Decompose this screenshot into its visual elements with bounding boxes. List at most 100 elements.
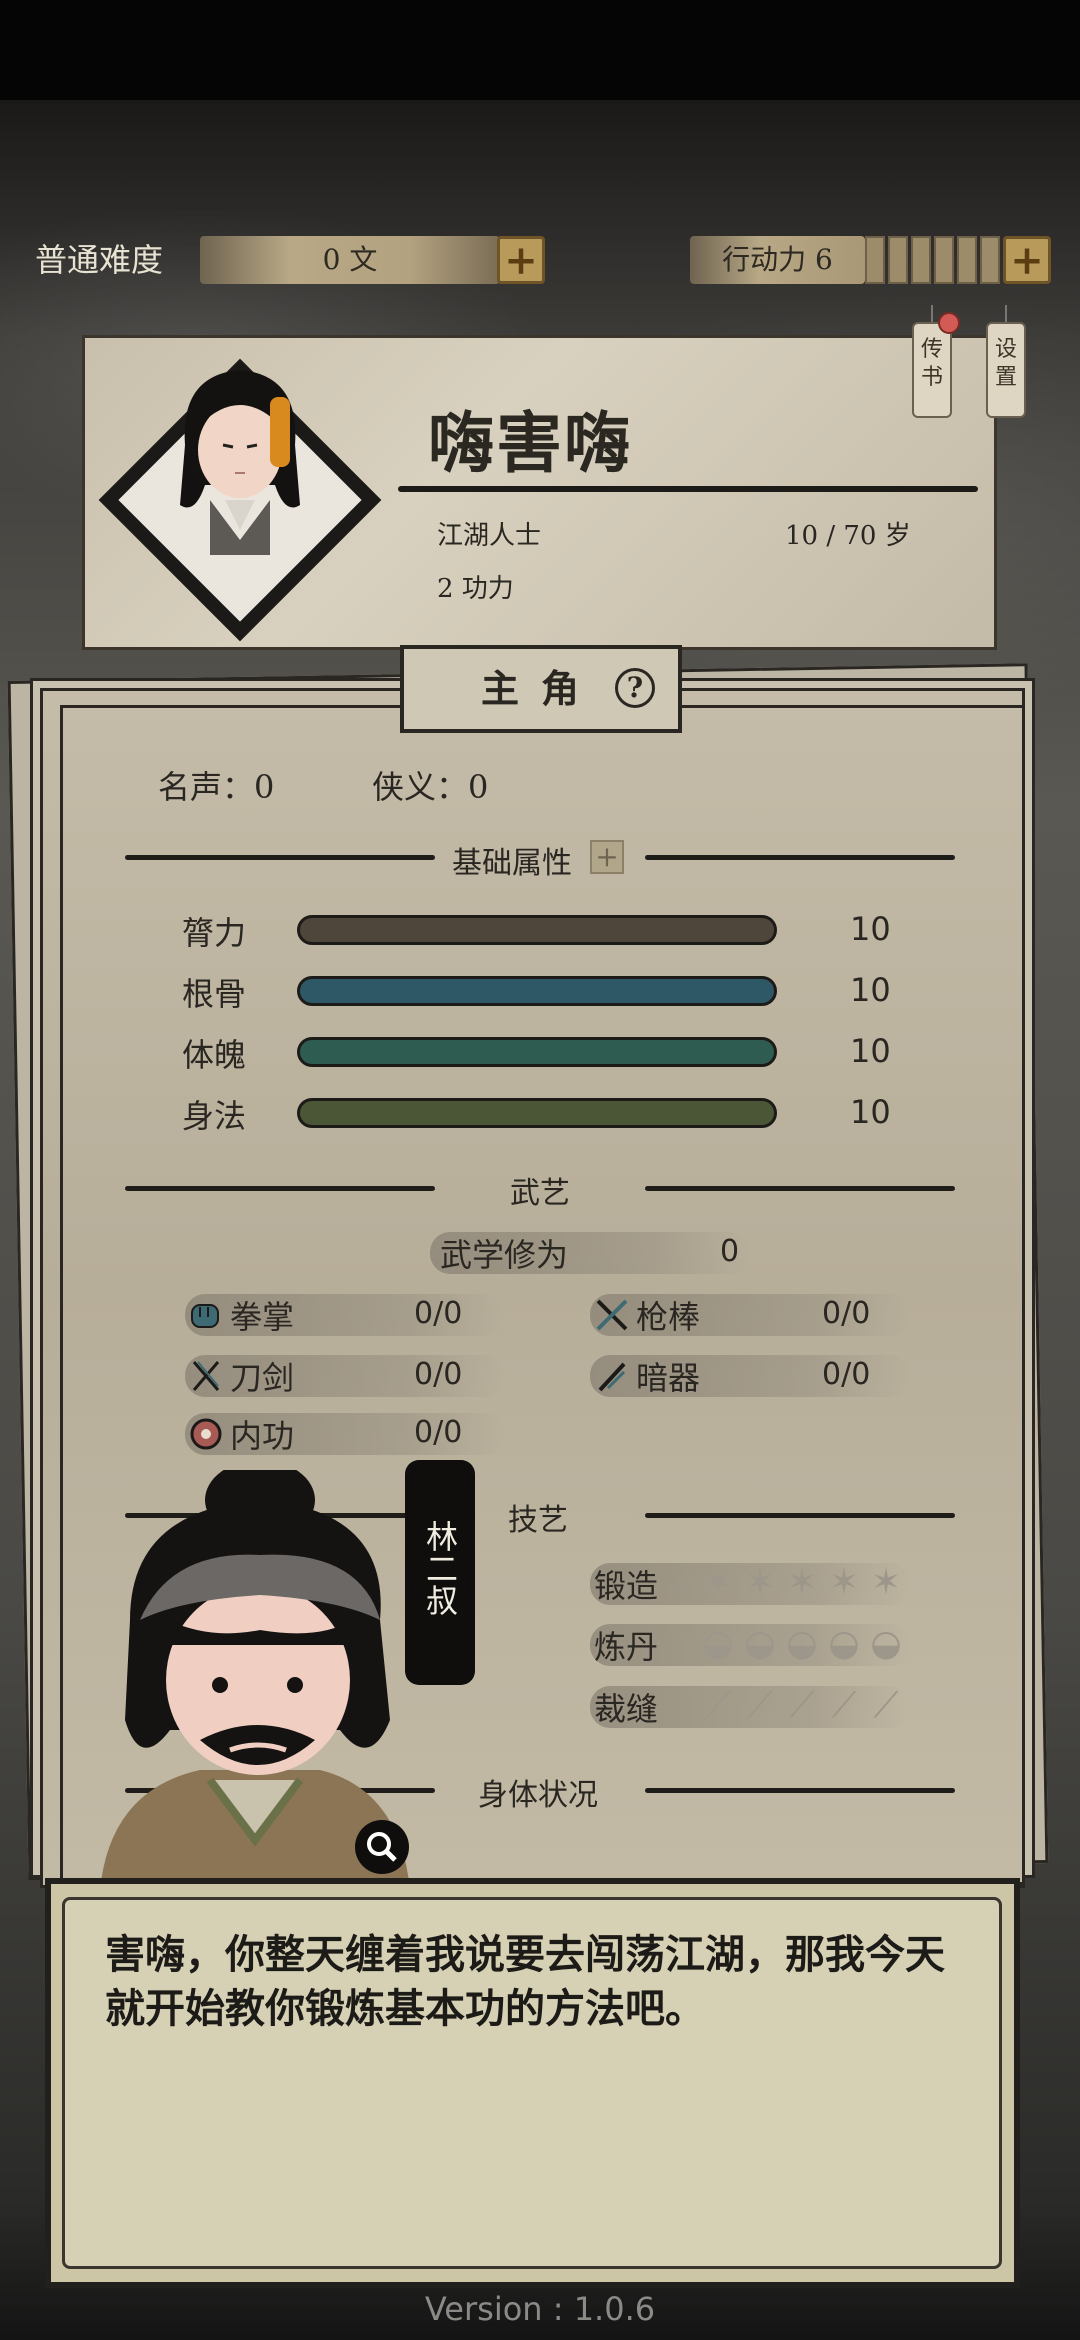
attribute-bar bbox=[297, 915, 777, 945]
craft-stars: ✶ ✶ ✶ ✶ ✶ bbox=[700, 1565, 910, 1601]
chivalry-stat: 侠义：0 bbox=[372, 768, 489, 806]
section-divider bbox=[645, 1788, 955, 1793]
hero-name: 嗨害嗨 bbox=[428, 404, 632, 482]
attribute-label: 体魄 bbox=[182, 1036, 247, 1074]
attribute-row: 体魄 bbox=[182, 1030, 246, 1076]
skill-inner-power[interactable]: 内功 bbox=[188, 1411, 294, 1457]
add-money-button[interactable]: + bbox=[497, 236, 545, 284]
magnifier-icon bbox=[367, 1832, 397, 1862]
basic-attributes-title: 基础属性 bbox=[452, 846, 572, 881]
craft-name: 锻造 bbox=[594, 1567, 659, 1605]
skill-name: 暗器 bbox=[636, 1359, 701, 1397]
inner-power-icon bbox=[190, 1418, 222, 1450]
section-divider bbox=[125, 855, 435, 860]
hero-portrait[interactable] bbox=[175, 355, 305, 555]
skill-name: 枪棒 bbox=[636, 1298, 701, 1336]
letters-tab[interactable]: 传书 bbox=[912, 322, 952, 418]
settings-tab[interactable]: 设置 bbox=[986, 322, 1026, 418]
action-points-display: 行动力 6 bbox=[690, 236, 865, 284]
star-icon: ✶ bbox=[744, 1562, 776, 1603]
skill-spear[interactable]: 枪棒 bbox=[594, 1292, 700, 1338]
body-status-title: 身体状况 bbox=[478, 1778, 598, 1813]
attribute-label: 根骨 bbox=[182, 975, 247, 1013]
skill-value: 0/0 bbox=[414, 1357, 463, 1392]
mortar-icon: ◒ bbox=[870, 1623, 902, 1664]
mortar-icon: ◒ bbox=[828, 1623, 860, 1664]
attribute-bar bbox=[297, 1037, 777, 1067]
needle-icon: ⟋ bbox=[831, 1685, 857, 1726]
fist-icon bbox=[191, 1304, 219, 1328]
spear-icon bbox=[596, 1299, 628, 1331]
mortar-icon: ◒ bbox=[786, 1623, 818, 1664]
action-slot bbox=[888, 236, 908, 284]
skill-name: 内功 bbox=[230, 1417, 295, 1455]
craft-name: 裁缝 bbox=[594, 1690, 659, 1728]
notification-dot bbox=[938, 312, 960, 334]
add-attribute-button[interactable]: + bbox=[590, 840, 624, 874]
attribute-value: 10 bbox=[850, 1093, 891, 1131]
skill-fist[interactable]: 拳掌 bbox=[188, 1292, 294, 1338]
craft-stars: ⟋ ⟋ ⟋ ⟋ ⟋ bbox=[700, 1688, 910, 1724]
craft-stars: ◒ ◒ ◒ ◒ ◒ bbox=[700, 1626, 910, 1662]
mortar-icon: ◒ bbox=[744, 1623, 776, 1664]
needle-icon: ⟋ bbox=[705, 1685, 731, 1726]
skill-name: 拳掌 bbox=[230, 1298, 295, 1336]
attribute-row: 根骨 bbox=[182, 969, 246, 1015]
craft-name: 炼丹 bbox=[594, 1628, 659, 1666]
add-action-button[interactable]: + bbox=[1003, 236, 1051, 284]
dart-icon bbox=[598, 1362, 626, 1392]
martial-cultivation-label: 武学修为 bbox=[440, 1236, 569, 1274]
difficulty-label: 普通难度 bbox=[35, 241, 164, 279]
martial-cultivation-value: 0 bbox=[720, 1234, 740, 1269]
needle-icon: ⟋ bbox=[873, 1685, 899, 1726]
attribute-row: 身法 bbox=[182, 1091, 246, 1137]
needle-icon: ⟋ bbox=[789, 1685, 815, 1726]
section-divider bbox=[125, 1186, 435, 1191]
martial-title: 武艺 bbox=[510, 1176, 570, 1211]
top-black-bar bbox=[0, 0, 1080, 100]
action-slot bbox=[957, 236, 977, 284]
skill-hidden-weapon[interactable]: 暗器 bbox=[594, 1353, 700, 1399]
attribute-value: 10 bbox=[850, 910, 891, 948]
action-points-slots bbox=[865, 236, 1000, 284]
skill-name: 刀剑 bbox=[230, 1359, 295, 1397]
hero-age: 10 / 70 岁 bbox=[785, 521, 911, 551]
star-icon: ✶ bbox=[786, 1562, 818, 1603]
help-icon[interactable]: ? bbox=[615, 668, 655, 708]
name-divider bbox=[398, 486, 978, 492]
action-slot bbox=[911, 236, 931, 284]
action-slot bbox=[934, 236, 954, 284]
section-divider bbox=[645, 855, 955, 860]
attribute-row: 膂力 bbox=[182, 908, 246, 954]
skill-value: 0/0 bbox=[414, 1296, 463, 1331]
section-divider bbox=[645, 1186, 955, 1191]
action-slot bbox=[980, 236, 1000, 284]
star-icon: ✶ bbox=[702, 1562, 734, 1603]
npc-name: 林二叔 bbox=[421, 1520, 459, 1616]
zoom-button[interactable] bbox=[355, 1820, 409, 1874]
mortar-icon: ◒ bbox=[702, 1623, 734, 1664]
attribute-value: 10 bbox=[850, 1032, 891, 1070]
hero-title: 江湖人士 bbox=[437, 521, 542, 551]
section-divider bbox=[645, 1513, 955, 1518]
attribute-label: 膂力 bbox=[182, 914, 247, 952]
attribute-bar bbox=[297, 976, 777, 1006]
money-display: 0 文 bbox=[200, 236, 500, 284]
swords-icon bbox=[192, 1361, 220, 1391]
attribute-label: 身法 bbox=[182, 1097, 247, 1135]
crafts-title: 技艺 bbox=[508, 1503, 568, 1538]
version-label: Version : 1.0.6 bbox=[424, 2290, 656, 2328]
attribute-value: 10 bbox=[850, 971, 891, 1009]
hero-power: 2 功力 bbox=[437, 574, 514, 604]
star-icon: ✶ bbox=[828, 1562, 860, 1603]
attribute-bar bbox=[297, 1098, 777, 1128]
skill-value: 0/0 bbox=[822, 1357, 871, 1392]
skill-value: 0/0 bbox=[414, 1415, 463, 1450]
skill-sword[interactable]: 刀剑 bbox=[188, 1353, 294, 1399]
fame-stat: 名声：0 bbox=[158, 768, 275, 806]
action-slot bbox=[865, 236, 885, 284]
dialog-text: 害嗨，你整天缠着我说要去闯荡江湖，那我今天就开始教你锻炼基本功的方法吧。 bbox=[105, 1931, 945, 2032]
skill-value: 0/0 bbox=[822, 1296, 871, 1331]
needle-icon: ⟋ bbox=[747, 1685, 773, 1726]
star-icon: ✶ bbox=[870, 1562, 902, 1603]
